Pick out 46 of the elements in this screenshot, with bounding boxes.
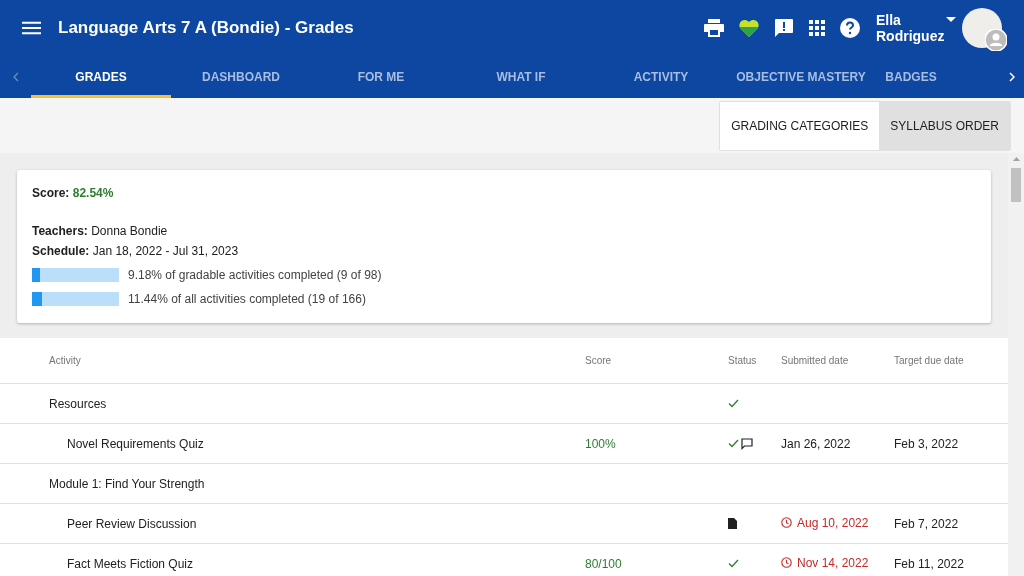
tab[interactable]: OBJECTIVE MASTERY xyxy=(731,56,871,98)
feedback-icon[interactable] xyxy=(774,18,794,38)
submitted-date: Aug 10, 2022 xyxy=(781,513,869,532)
tab[interactable]: FOR ME xyxy=(311,56,451,98)
teachers-text: Teachers: Donna Bondie xyxy=(32,223,169,240)
menu-icon[interactable] xyxy=(22,21,41,35)
due-date: Feb 3, 2022 xyxy=(894,436,959,451)
chevron-right-icon[interactable] xyxy=(1009,72,1015,82)
print-icon[interactable] xyxy=(704,19,724,37)
column-header[interactable]: Status xyxy=(728,355,757,366)
clock-icon xyxy=(781,517,792,529)
column-header[interactable]: Score xyxy=(585,355,612,366)
heart-icon[interactable] xyxy=(739,19,759,37)
view-toggle-button[interactable]: GRADING CATEGORIES xyxy=(720,101,880,150)
column-header[interactable]: Target due date xyxy=(894,355,964,366)
help-icon[interactable] xyxy=(840,18,860,38)
activity-name[interactable]: Peer Review Discussion xyxy=(67,516,197,531)
tab[interactable]: BADGES xyxy=(871,56,951,98)
person-icon xyxy=(985,29,1007,51)
tab[interactable]: WHAT IF xyxy=(451,56,591,98)
activity-name: Module 1: Find Your Strength xyxy=(49,476,205,491)
submitted-date: Jan 26, 2022 xyxy=(781,436,851,451)
score-value: 100% xyxy=(585,436,616,451)
apps-grid-icon[interactable] xyxy=(809,20,825,36)
activity-name: Resources xyxy=(49,396,107,411)
progress-text: 9.18% of gradable activities completed (9 of 98) xyxy=(128,267,382,284)
scrollbar[interactable] xyxy=(1008,153,1024,576)
activity-name[interactable]: Novel Requirements Quiz xyxy=(67,436,204,451)
schedule-text: Schedule: Jan 18, 2022 - Jul 31, 2023 xyxy=(32,243,240,260)
tab[interactable]: ACTIVITY xyxy=(591,56,731,98)
score-text: Score: 82.54% xyxy=(32,185,115,202)
tab[interactable]: DASHBOARD xyxy=(171,56,311,98)
caret-icon[interactable] xyxy=(946,17,956,22)
score-value: 80/100 xyxy=(585,556,622,571)
user-name[interactable]: Ella Rodriguez xyxy=(876,12,946,44)
page-title: Language Arts 7 A (Bondie) - Grades xyxy=(58,17,354,40)
submitted-date: Nov 14, 2022 xyxy=(781,553,869,572)
scrollbar-thumb[interactable] xyxy=(1011,168,1021,202)
clock-icon xyxy=(781,557,792,569)
column-header[interactable]: Submitted date xyxy=(781,355,849,366)
due-date: Feb 11, 2022 xyxy=(894,556,964,571)
due-date: Feb 7, 2022 xyxy=(894,516,959,531)
progress-text: 11.44% of all activities completed (19 of 166) xyxy=(128,291,366,308)
activity-name[interactable]: Fact Meets Fiction Quiz xyxy=(67,556,194,571)
view-toggle-button[interactable]: SYLLABUS ORDER xyxy=(879,101,1010,150)
column-header[interactable]: Activity xyxy=(49,355,81,366)
